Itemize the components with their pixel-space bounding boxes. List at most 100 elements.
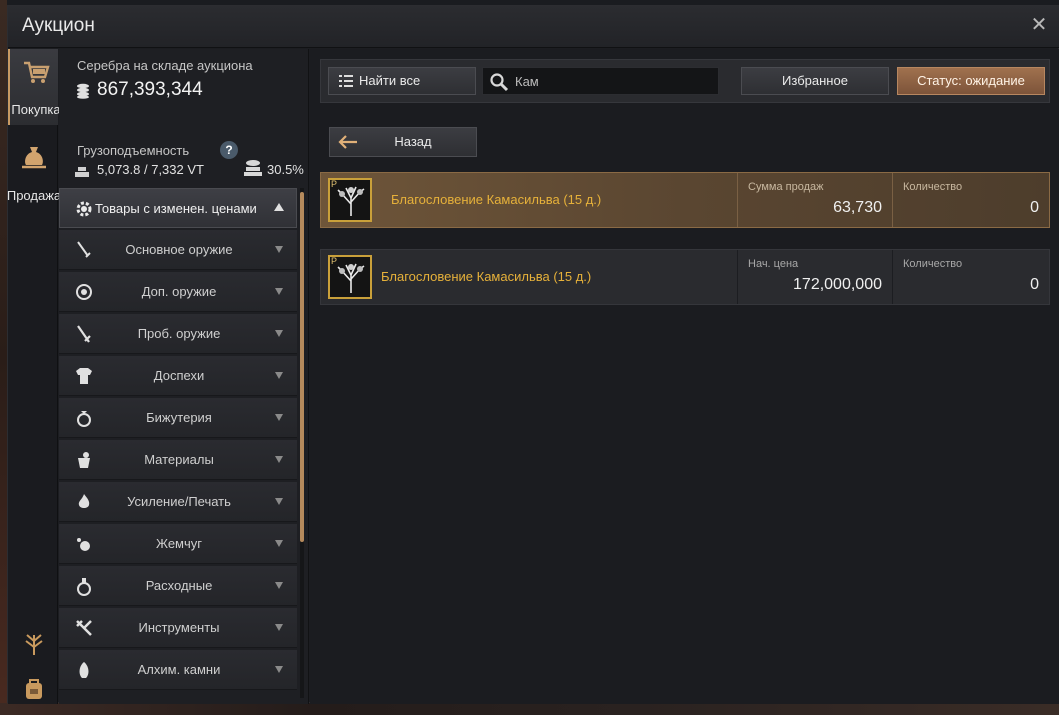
search-icon	[490, 73, 509, 92]
column-value: 172,000,000	[793, 276, 882, 293]
back-label: Назад	[394, 134, 432, 149]
category-enhancement[interactable]: Усиление/Печать	[59, 482, 297, 522]
chevron-down-icon	[275, 330, 283, 337]
side-rail: Покупка Продажа	[7, 49, 61, 704]
potion-icon	[77, 578, 91, 596]
sword-icon	[77, 241, 91, 258]
category-sub-weapon[interactable]: Доп. оружие	[59, 272, 297, 312]
chevron-down-icon	[275, 666, 283, 673]
category-label: Доспехи	[153, 368, 205, 383]
search-box[interactable]	[482, 67, 719, 95]
category-awakening-weapon[interactable]: Проб. оружие	[59, 314, 297, 354]
silver-value: 867,393,344	[97, 79, 203, 100]
category-header-changed-prices[interactable]: Товары с изменен. ценами	[59, 188, 297, 228]
chevron-down-icon	[275, 540, 283, 547]
arrow-left-icon	[338, 135, 357, 149]
auction-window: Аукцион ✕ Покупка Продажа Серебра на скл…	[7, 5, 1059, 704]
shield-icon	[76, 284, 92, 300]
chevron-down-icon	[275, 246, 283, 253]
category-armor[interactable]: Доспехи	[59, 356, 297, 396]
materials-icon	[78, 452, 90, 468]
category-pearl[interactable]: Жемчуг	[59, 524, 297, 564]
quantity-cell: Количество 0	[892, 173, 1049, 227]
left-panel: Серебра на складе аукциона 867,393,344 Г…	[59, 49, 309, 704]
category-label: Жемчуг	[155, 536, 203, 551]
pearl-icon	[77, 538, 90, 551]
blessing-tree-icon	[337, 263, 365, 293]
main-panel: Найти все Избранное Статус: ожидание Наз…	[310, 49, 1059, 704]
flame-icon	[78, 494, 90, 508]
category-header-label: Товары с изменен. ценами	[95, 201, 257, 216]
chevron-up-icon	[274, 203, 284, 211]
tab-sell[interactable]: Продажа	[7, 135, 61, 211]
category-alchemy-stones[interactable]: Алхим. камни	[59, 650, 297, 690]
tab-buy[interactable]: Покупка	[8, 49, 61, 125]
category-label: Бижутерия	[146, 410, 212, 425]
listing-row[interactable]: P Благословение Камасильва (15 д.) Сумма…	[320, 172, 1050, 228]
blade-icon	[77, 325, 91, 343]
item-icon: P	[328, 178, 372, 222]
category-materials[interactable]: Материалы	[59, 440, 297, 480]
column-value: 0	[1030, 199, 1039, 216]
chevron-down-icon	[275, 372, 283, 379]
quantity-cell: Количество 0	[892, 250, 1049, 304]
blessing-tree-icon	[337, 186, 365, 216]
item-name: Благословение Камасильва (15 д.)	[391, 192, 602, 207]
window-title: Аукцион	[22, 15, 95, 36]
search-input[interactable]	[515, 71, 710, 91]
category-label: Проб. оружие	[137, 326, 221, 341]
column-caption: Нач. цена	[748, 258, 799, 270]
tab-buy-label: Покупка	[11, 102, 61, 117]
armor-icon	[76, 368, 92, 384]
find-all-button[interactable]: Найти все	[328, 67, 476, 95]
stone-icon	[79, 662, 89, 678]
item-icon: P	[328, 255, 372, 299]
listing-row[interactable]: P Благословение Камасильва (15 д.) Нач. …	[320, 249, 1050, 305]
search-toolbar: Найти все Избранное Статус: ожидание	[320, 59, 1050, 103]
list-icon	[339, 75, 353, 87]
silver-stack-icon	[244, 160, 262, 176]
column-value: 0	[1030, 276, 1039, 293]
category-label: Доп. оружие	[141, 284, 217, 299]
category-label: Материалы	[144, 452, 214, 467]
game-background-bottom	[0, 703, 1059, 715]
favorites-button[interactable]: Избранное	[741, 67, 889, 95]
category-tools[interactable]: Инструменты	[59, 608, 297, 648]
category-label: Алхим. камни	[137, 662, 221, 677]
backpack-icon[interactable]	[21, 675, 47, 701]
chevron-down-icon	[275, 288, 283, 295]
weight-icon	[75, 167, 89, 177]
chevron-down-icon	[275, 498, 283, 505]
tree-icon[interactable]	[21, 631, 47, 657]
chevron-down-icon	[275, 456, 283, 463]
help-icon[interactable]: ?	[220, 141, 238, 159]
start-price-cell: Нач. цена 172,000,000	[737, 250, 892, 304]
category-label: Расходные	[145, 578, 213, 593]
silver-label: Серебра на складе аукциона	[77, 58, 253, 73]
weight-value: 5,073.8 / 7,332 VT	[97, 162, 204, 177]
tools-icon	[76, 620, 92, 636]
column-caption: Сумма продаж	[748, 181, 824, 193]
status-button[interactable]: Статус: ожидание	[897, 67, 1045, 95]
sales-total-cell: Сумма продаж 63,730	[737, 173, 892, 227]
category-label: Инструменты	[138, 620, 220, 635]
weight-percent: 30.5%	[267, 162, 304, 177]
category-main-weapon[interactable]: Основное оружие	[59, 230, 297, 270]
ring-icon	[77, 411, 91, 427]
chevron-down-icon	[275, 582, 283, 589]
chevron-down-icon	[275, 624, 283, 631]
item-name: Благословение Камасильва (15 д.)	[381, 269, 592, 284]
category-scrollbar-thumb[interactable]	[300, 192, 304, 542]
back-button[interactable]: Назад	[329, 127, 477, 157]
cart-icon	[24, 61, 50, 83]
coins-icon	[77, 83, 89, 99]
column-caption: Количество	[903, 258, 963, 270]
title-bar[interactable]: Аукцион ✕	[8, 6, 1059, 48]
tab-sell-label: Продажа	[6, 188, 62, 203]
chevron-down-icon	[275, 414, 283, 421]
category-label: Основное оружие	[125, 242, 233, 257]
category-consumables[interactable]: Расходные	[59, 566, 297, 606]
close-button[interactable]: ✕	[1030, 15, 1048, 35]
category-accessories[interactable]: Бижутерия	[59, 398, 297, 438]
find-all-label: Найти все	[359, 73, 421, 88]
